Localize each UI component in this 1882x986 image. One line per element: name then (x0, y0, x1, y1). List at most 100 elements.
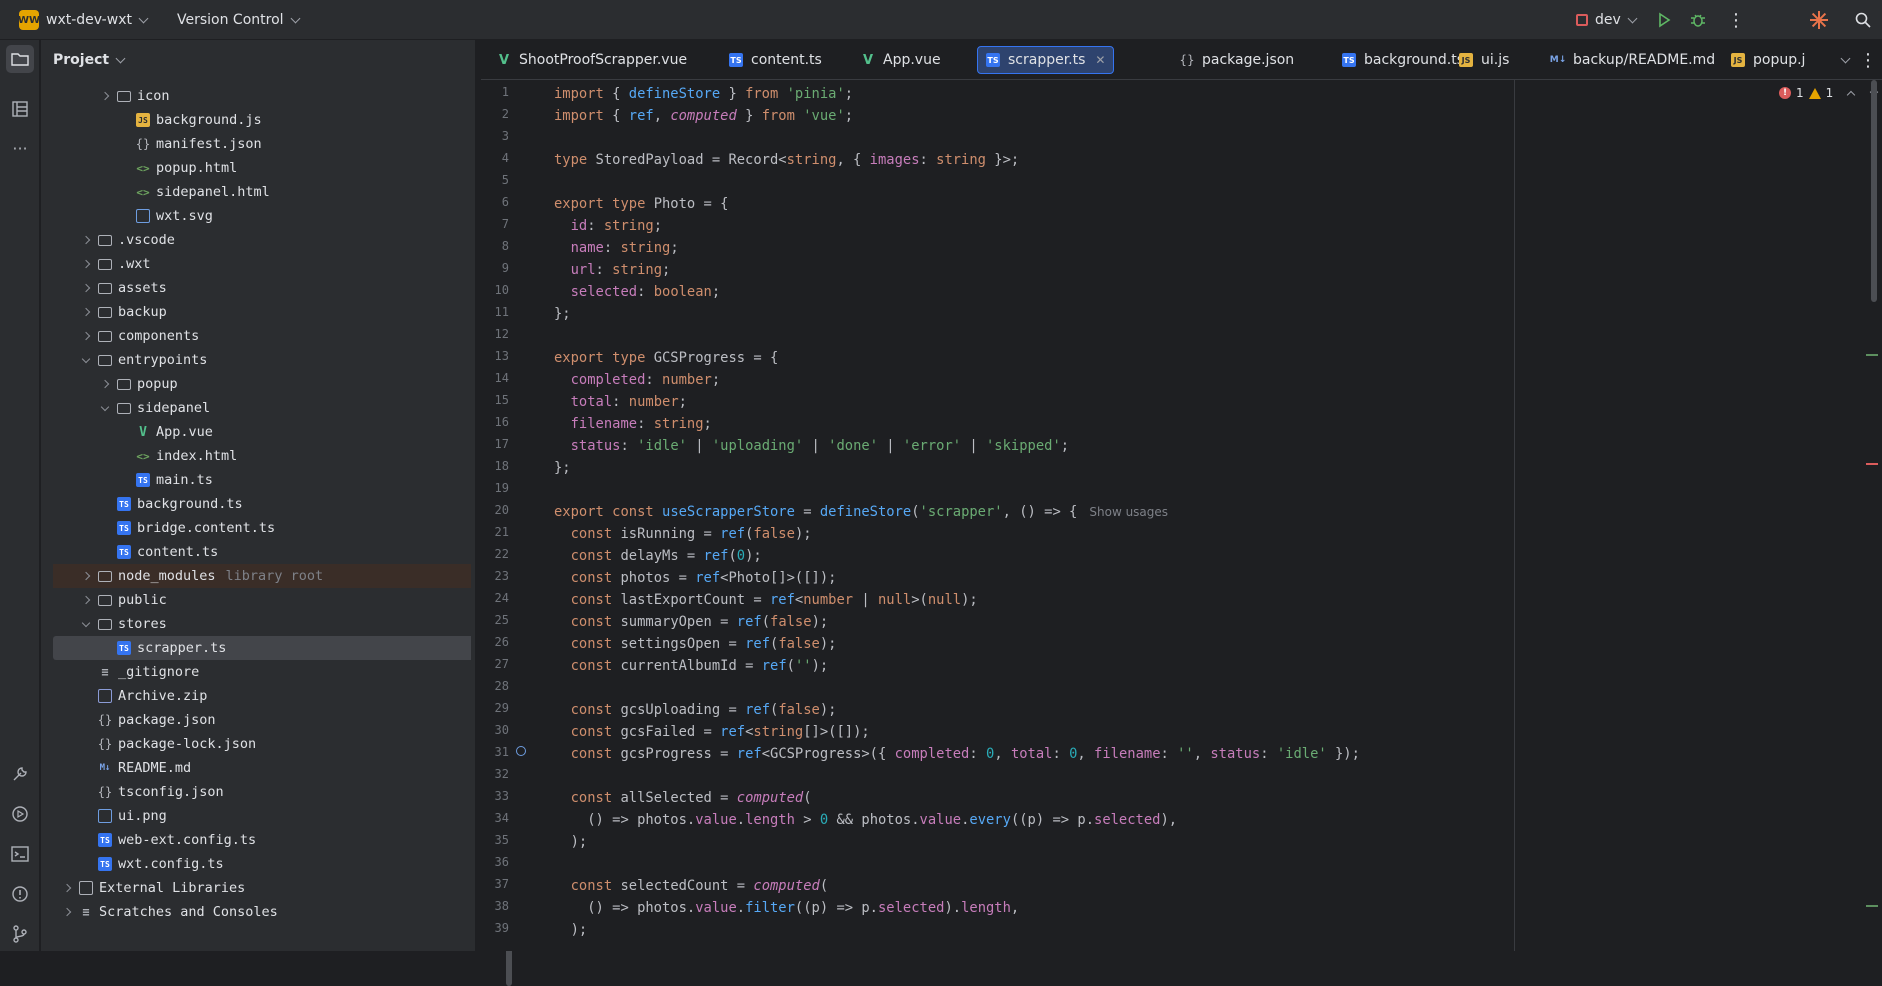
services-tool-button[interactable] (6, 760, 34, 788)
chevron-right-icon[interactable] (97, 88, 113, 104)
search-everywhere-button[interactable] (1855, 0, 1871, 40)
code-line[interactable]: () => photos.value.filter((p) => p.selec… (554, 897, 1019, 919)
chevron-right-icon[interactable] (78, 592, 94, 608)
chevron-down-icon[interactable] (78, 352, 94, 368)
chevron-up-icon[interactable] (1847, 90, 1856, 99)
code-line[interactable]: export type GCSProgress = { (554, 347, 778, 369)
project-panel-header[interactable]: Project (53, 40, 126, 80)
code-line[interactable]: const lastExportCount = ref<number | nul… (554, 589, 978, 611)
chevron-down-icon[interactable] (97, 400, 113, 416)
code-line[interactable]: const currentAlbumId = ref(''); (554, 655, 829, 677)
tree-item-background-js[interactable]: JS background.js (53, 108, 471, 132)
tree-item-app-vue[interactable]: V App.vue (53, 420, 471, 444)
tree-item-vscode[interactable]: .vscode (53, 228, 471, 252)
tree-item-sidepanel-html[interactable]: <> sidepanel.html (53, 180, 471, 204)
code-line[interactable]: url: string; (554, 259, 671, 281)
error-marker[interactable] (1866, 463, 1878, 465)
tree-item-popup[interactable]: popup (53, 372, 471, 396)
code-line[interactable]: type StoredPayload = Record<string, { im… (554, 149, 1019, 171)
code-line[interactable]: const gcsProgress = ref<GCSProgress>({ c… (554, 743, 1360, 765)
tree-item-bridge-content-ts[interactable]: TS bridge.content.ts (53, 516, 471, 540)
editor-scrollbar[interactable] (1871, 80, 1877, 302)
change-marker[interactable] (1866, 354, 1878, 356)
structure-tool-button[interactable] (6, 95, 34, 123)
chevron-right-icon[interactable] (78, 232, 94, 248)
tree-item-wxt-svg[interactable]: wxt.svg (53, 204, 471, 228)
tree-item-tsconfig-json[interactable]: {} tsconfig.json (53, 780, 471, 804)
tab-app-vue[interactable]: V App.vue (853, 46, 949, 74)
tree-item-entrypoints[interactable]: entrypoints (53, 348, 471, 372)
tab-shootproofscrapper-vue[interactable]: V ShootProofScrapper.vue (489, 46, 695, 74)
debug-button[interactable] (1689, 0, 1707, 40)
run-config-selector[interactable]: dev (1576, 0, 1638, 40)
run-button[interactable] (1656, 0, 1672, 40)
more-tools-button[interactable]: ··· (6, 134, 34, 162)
tree-item-manifest-json[interactable]: {} manifest.json (53, 132, 471, 156)
code-line[interactable]: () => photos.value.length > 0 && photos.… (554, 809, 1177, 831)
inspection-widget[interactable]: ! 1 1 (1779, 86, 1879, 100)
chevron-right-icon[interactable] (59, 904, 75, 920)
tree-item-package-json[interactable]: {} package.json (53, 708, 471, 732)
tree-item-package-lock-json[interactable]: {} package-lock.json (53, 732, 471, 756)
code-line[interactable]: ); (554, 831, 588, 853)
tab-ui-js[interactable]: JS ui.js (1451, 46, 1517, 74)
tree-item-components[interactable]: components (53, 324, 471, 348)
tree-item-background-ts[interactable]: TS background.ts (53, 492, 471, 516)
code-line[interactable]: name: string; (554, 237, 679, 259)
tab-content-ts[interactable]: TS content.ts (721, 46, 830, 74)
project-tool-button[interactable] (6, 45, 34, 73)
chevron-right-icon[interactable] (78, 280, 94, 296)
close-icon[interactable]: ✕ (1095, 53, 1105, 67)
code-line[interactable]: const isRunning = ref(false); (554, 523, 812, 545)
code-line[interactable]: status: 'idle' | 'uploading' | 'done' | … (554, 435, 1069, 457)
tree-item-popup-html[interactable]: <> popup.html (53, 156, 471, 180)
code-line[interactable]: const delayMs = ref(0); (554, 545, 762, 567)
tree-item-sidepanel[interactable]: sidepanel (53, 396, 471, 420)
tree-item-scratches-and-consoles[interactable]: ≡ Scratches and Consoles (53, 900, 471, 924)
code-line[interactable]: completed: number; (554, 369, 721, 391)
code-line[interactable]: selected: boolean; (554, 281, 721, 303)
tree-item-assets[interactable]: assets (53, 276, 471, 300)
tree-item-main-ts[interactable]: TS main.ts (53, 468, 471, 492)
tab-more-button[interactable]: ⋮ (1851, 46, 1882, 74)
terminal-tool-button[interactable] (6, 840, 34, 868)
code-line[interactable]: import { defineStore } from 'pinia'; (554, 83, 853, 105)
tree-item-scrapper-ts[interactable]: TS scrapper.ts (53, 636, 471, 660)
chevron-right-icon[interactable] (78, 304, 94, 320)
problems-tool-button[interactable] (6, 880, 34, 908)
chevron-right-icon[interactable] (78, 256, 94, 272)
code-line[interactable]: total: number; (554, 391, 687, 413)
tree-item-gitignore[interactable]: ≡ _gitignore (53, 660, 471, 684)
tab-package-json[interactable]: {} package.json (1172, 46, 1302, 74)
tab-backup-readme-md[interactable]: M↓ backup/README.md (1543, 46, 1723, 74)
ai-assistant-button[interactable] (1809, 0, 1829, 40)
inlay-hint-show-usages[interactable]: Show usages (1089, 505, 1168, 519)
tree-item-backup[interactable]: backup (53, 300, 471, 324)
tree-item-public[interactable]: public (53, 588, 471, 612)
tree-item-icon[interactable]: icon (53, 84, 471, 108)
tree-item-readme-md[interactable]: M↓ README.md (53, 756, 471, 780)
code-line[interactable]: }; (554, 303, 571, 325)
code-line[interactable]: const gcsUploading = ref(false); (554, 699, 837, 721)
tree-item-index-html[interactable]: <> index.html (53, 444, 471, 468)
code-line[interactable]: import { ref, computed } from 'vue'; (554, 105, 853, 127)
code-line[interactable]: filename: string; (554, 413, 712, 435)
tree-item-wxt[interactable]: .wxt (53, 252, 471, 276)
change-marker[interactable] (1866, 905, 1878, 907)
chevron-right-icon[interactable] (59, 880, 75, 896)
tree-item-wxt-config-ts[interactable]: TS wxt.config.ts (53, 852, 471, 876)
code-line[interactable]: const selectedCount = computed( (554, 875, 829, 897)
code-line[interactable]: }; (554, 457, 571, 479)
tab-scrapper-ts[interactable]: TS scrapper.ts ✕ (977, 46, 1115, 74)
vcs-menu[interactable]: Version Control (177, 0, 300, 40)
code-line[interactable]: const gcsFailed = ref<string[]>([]); (554, 721, 870, 743)
tree-item-web-ext-config-ts[interactable]: TS web-ext.config.ts (53, 828, 471, 852)
code-line[interactable]: id: string; (554, 215, 662, 237)
chevron-right-icon[interactable] (78, 328, 94, 344)
chevron-right-icon[interactable] (97, 376, 113, 392)
project-switcher[interactable]: WW wxt-dev-wxt (18, 0, 149, 40)
chevron-right-icon[interactable] (78, 568, 94, 584)
more-actions-button[interactable]: ⋮ (1727, 0, 1745, 40)
code-line[interactable]: const allSelected = computed( (554, 787, 812, 809)
code-line[interactable]: const settingsOpen = ref(false); (554, 633, 837, 655)
